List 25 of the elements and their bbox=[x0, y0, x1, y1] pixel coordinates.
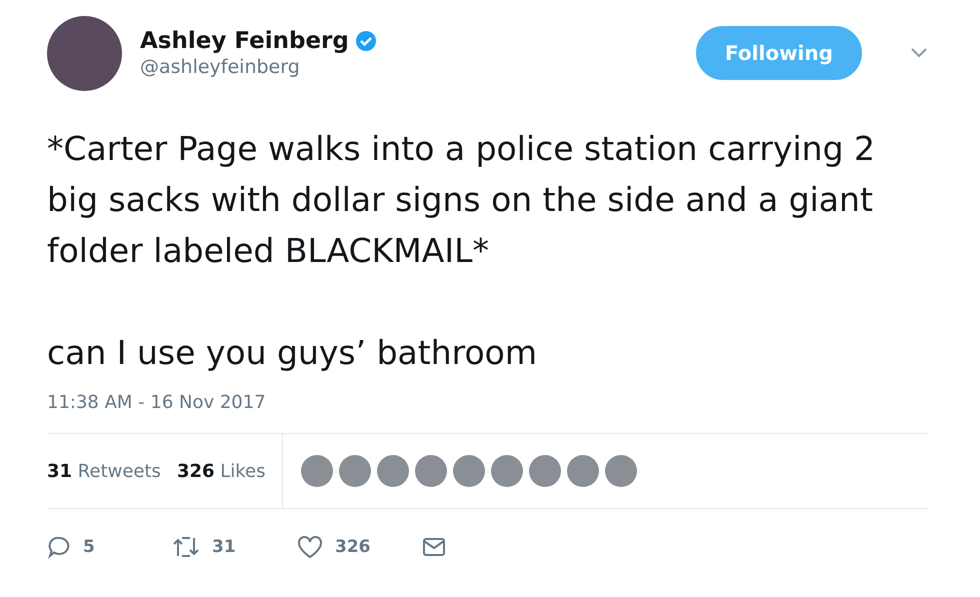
author-name[interactable]: Ashley Feinberg bbox=[140, 28, 349, 54]
tweet-text: can I use you guys’ bathroom bbox=[47, 332, 538, 374]
retweet-button[interactable]: 31 bbox=[172, 536, 297, 558]
liker-avatar[interactable] bbox=[566, 455, 599, 487]
timestamp[interactable]: 11:38 AM - 16 Nov 2017 bbox=[47, 392, 928, 413]
chevron-down-icon[interactable] bbox=[910, 47, 928, 59]
liker-avatar[interactable] bbox=[490, 455, 523, 487]
tweet-text: *Carter Page walks into a police station carrying 2 big sacks with dollar signs on the side and a giant folder labeled BLACKMAIL* bbox=[47, 128, 876, 272]
like-button[interactable]: 326 bbox=[297, 535, 422, 559]
stat-link[interactable]: 31 Retweets bbox=[47, 460, 161, 482]
liker-avatar[interactable] bbox=[452, 455, 485, 487]
stat-link[interactable]: 326 Likes bbox=[176, 460, 266, 482]
speech-bubble-icon bbox=[47, 535, 71, 559]
heart-icon bbox=[297, 535, 323, 559]
retweet-arrows-icon bbox=[172, 536, 200, 558]
liker-avatar[interactable] bbox=[338, 455, 371, 487]
following-button[interactable]: Following bbox=[696, 26, 862, 80]
envelope-icon bbox=[422, 537, 446, 557]
liker-avatar[interactable] bbox=[604, 455, 637, 487]
liker-avatar[interactable] bbox=[300, 455, 333, 487]
liker-avatar[interactable] bbox=[528, 455, 561, 487]
liker-avatar[interactable] bbox=[414, 455, 447, 487]
reply-button[interactable]: 5 bbox=[47, 535, 172, 559]
liker-avatar[interactable] bbox=[376, 455, 409, 487]
author-handle[interactable]: @ashleyfeinberg bbox=[140, 56, 678, 78]
